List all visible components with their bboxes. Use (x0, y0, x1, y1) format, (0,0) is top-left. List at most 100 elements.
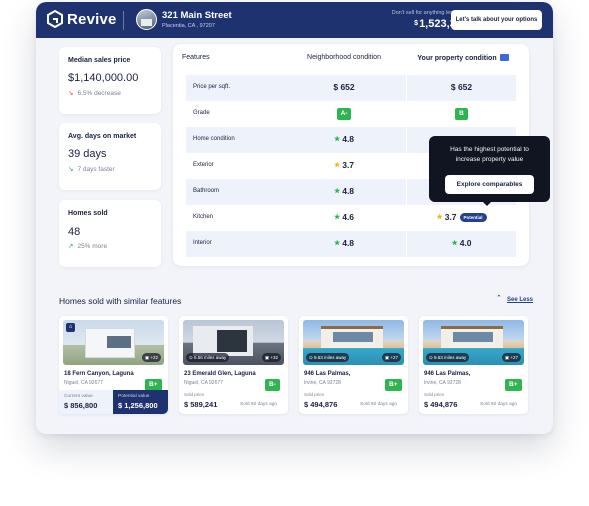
distance-badge: ⊙ 9.63 miles away (306, 353, 350, 362)
property-name: 946 Las Palmas, (424, 371, 471, 377)
property-grade: B- (265, 373, 280, 391)
current-value: $ 856,800 (64, 401, 98, 410)
arrow-up-green-icon: ↗ (68, 243, 74, 250)
star-icon: ★ (333, 240, 341, 247)
home-icon: ⌂ (66, 323, 75, 332)
stat-delta: ↗ 25% more (68, 242, 107, 250)
sold-price-label: Sold price (304, 392, 325, 397)
distance-value: 6.56 miles away (194, 354, 227, 360)
dashboard-card: Revive 321 Main Street Placentia, CA , 9… (36, 2, 553, 434)
current-value-label: Current value (64, 394, 93, 399)
photo-count-value: +32 (270, 354, 278, 360)
star-icon: ★ (333, 214, 341, 221)
table-row: Grade A- B (186, 101, 516, 127)
photo-icon[interactable] (499, 54, 509, 61)
currency-symbol: $ (414, 20, 419, 27)
potential-chip[interactable]: Potential (459, 213, 487, 222)
explore-comparables-button[interactable]: Explore comparables (445, 175, 534, 194)
neighborhood-rating: ★ 4.8 (281, 186, 407, 196)
grade-badge: A- (336, 108, 352, 120)
rating-value: 4.6 (342, 212, 355, 222)
table-row: Interior ★ 4.8 ★ 4.0 (186, 231, 516, 257)
property-card[interactable]: ⊙ 9.63 miles away ▣ +27 946 Las Palmas, … (299, 316, 408, 414)
col-header-features: Features (182, 54, 210, 61)
star-icon: ★ (333, 162, 341, 169)
stat-value: $1,140,000.00 (68, 72, 139, 84)
property-card[interactable]: ⊙ 6.56 miles away ▣ +32 23 Emerald Glen,… (179, 316, 288, 414)
stat-value: 48 (68, 226, 81, 238)
row-label: Kitchen (193, 214, 214, 220)
rating-value: 3.7 (342, 160, 355, 170)
stat-card-median-price: Median sales price $1,140,000.00 ↘ 6.5% d… (59, 47, 161, 114)
neighborhood-rating: ★ 4.8 (281, 134, 407, 144)
row-label: Exterior (193, 162, 214, 168)
photo-count: ▣ +22 (141, 353, 161, 362)
sold-ago: Sold 60 days ago (360, 402, 398, 407)
grade-badge: B- (265, 379, 280, 391)
stat-card-avg-days: Avg. days on market 39 days ↘ 7 days fast… (59, 123, 161, 190)
stat-delta-text: 6.5% decrease (77, 90, 121, 97)
house-window (217, 330, 247, 352)
rating-value: 4.8 (342, 186, 355, 196)
property-address: 321 Main Street (162, 10, 232, 21)
star-icon: ★ (436, 214, 443, 221)
sold-price: $ 494,876 (424, 400, 458, 409)
rating-value: 4.0 (459, 238, 472, 248)
row-label: Interior (193, 240, 212, 246)
property-photo[interactable]: ⌂ ▣ +22 (63, 320, 164, 365)
stat-label: Homes sold (68, 210, 108, 217)
column-divider (406, 127, 407, 153)
stat-value: 39 days (68, 148, 107, 160)
sold-ago: Sold 60 days ago (240, 402, 278, 407)
house-window (333, 332, 373, 342)
brand-logo[interactable]: Revive (47, 10, 117, 28)
col-header-your-property-label: Your property condition (417, 55, 497, 62)
brand-name: Revive (67, 10, 117, 28)
property-city: Irvine, CA 92728 (304, 380, 341, 386)
potential-value: $ 1,256,800 (118, 401, 158, 410)
talk-options-button[interactable]: Let's talk about your options (451, 10, 542, 30)
potential-tooltip: Has the highest potential to increase pr… (429, 136, 550, 206)
row-label: Grade (193, 110, 210, 116)
current-value-box: Current value $ 856,800 (59, 390, 113, 414)
revive-logo-icon (47, 10, 63, 28)
house-window (107, 336, 131, 348)
property-grade: B+ (505, 373, 522, 391)
property-card[interactable]: ⌂ ▣ +22 18 Fern Canyon, Laguna Niguel, C… (59, 316, 168, 414)
property-name: 23 Emerald Glen, Laguna (184, 371, 256, 377)
property-city: Niguel, CA 92677 (64, 380, 103, 386)
property-photo[interactable]: ⊙ 9.63 miles away ▣ +27 (303, 320, 404, 365)
sold-ago: Sold 60 days ago (480, 402, 518, 407)
property-photo[interactable]: ⊙ 6.56 miles away ▣ +32 (183, 320, 284, 365)
potential-value-label: Potential value (118, 394, 150, 399)
property-card[interactable]: ⊙ 9.63 miles away ▣ +27 946 Las Palmas, … (419, 316, 528, 414)
see-less-link[interactable]: See Less (507, 297, 533, 303)
chevron-up-icon[interactable]: ⌃ (496, 294, 502, 302)
your-value: $ 652 (450, 82, 473, 92)
property-photo[interactable]: ⊙ 9.63 miles away ▣ +27 (423, 320, 524, 365)
sold-price-label: Sold price (424, 392, 445, 397)
header-divider (123, 11, 124, 30)
neighborhood-rating: ★ 4.8 (281, 238, 407, 248)
stat-label: Avg. days on market (68, 133, 137, 140)
property-grade: B+ (145, 373, 162, 391)
rating-value: 3.7 (444, 212, 457, 222)
your-grade: B (407, 107, 516, 120)
grade-badge: B+ (505, 379, 522, 391)
stat-label: Median sales price (68, 57, 131, 64)
your-rating: ★ 4.0 (407, 238, 516, 248)
stat-delta: ↘ 7 days faster (68, 165, 115, 173)
photo-count-value: +27 (390, 354, 398, 360)
photo-count: ▣ +32 (261, 353, 281, 362)
photo-count-value: +27 (510, 354, 518, 360)
distance-value: 9.63 miles away (314, 354, 347, 360)
grade-badge: B (455, 108, 468, 120)
tooltip-arrow (481, 200, 493, 206)
sold-price-label: Sold price (184, 392, 205, 397)
property-name: 18 Fern Canyon, Laguna (64, 371, 134, 377)
distance-badge: ⊙ 6.56 miles away (186, 353, 230, 362)
photo-count: ▣ +27 (501, 353, 521, 362)
house-window (453, 332, 493, 342)
sold-price: $ 589,241 (184, 400, 218, 409)
stat-delta: ↘ 6.5% decrease (68, 89, 121, 97)
